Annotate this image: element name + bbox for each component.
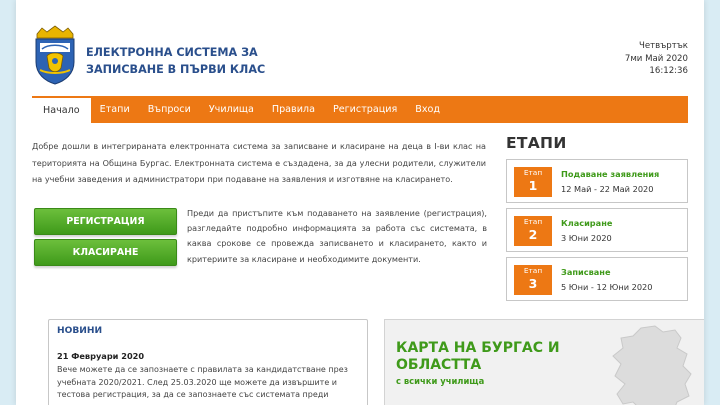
stage-badge-number: 3 [528, 276, 538, 291]
news-heading: НОВИНИ [57, 326, 103, 336]
stages-heading: ЕТАПИ [506, 134, 567, 152]
stage-date: 3 Юни 2020 [561, 233, 612, 243]
news-panel: НОВИНИ 21 Февруари 2020 Вече можете да с… [48, 319, 368, 405]
stage-badge-label: Етап [523, 168, 543, 177]
map-title: КАРТА НА БУРГАС И ОБЛАСТТА [396, 340, 560, 373]
region-map-icon [612, 325, 692, 405]
date: 7ми Май 2020 [624, 53, 688, 64]
stage-badge-label: Етап [523, 217, 543, 226]
site-title-line1: ЕЛЕКТРОННА СИСТЕМА ЗА [86, 46, 258, 59]
page: ЕЛЕКТРОННА СИСТЕМА ЗА ЗАПИСВАНЕ В ПЪРВИ … [16, 0, 704, 405]
main-nav: Начало Етапи Въпроси Училища Правила Рег… [32, 96, 688, 123]
nav-item-registration[interactable]: Регистрация [324, 96, 406, 123]
ranking-button[interactable]: КЛАСИРАНЕ [34, 239, 177, 266]
map-subtitle: с всички училища [396, 376, 485, 386]
news-text: Вече можете да се запознаете с правилата… [57, 365, 348, 399]
coat-of-arms-logo[interactable] [32, 24, 78, 86]
stage-name: Записване [561, 267, 611, 277]
register-button[interactable]: РЕГИСТРАЦИЯ [34, 208, 177, 235]
nav-item-stages[interactable]: Етапи [91, 96, 139, 123]
stage-card-2[interactable]: Етап 2 Класиране 3 Юни 2020 [506, 208, 688, 252]
stage-badge: Етап 3 [514, 265, 552, 295]
info-paragraph: Преди да пристъпите към подаването на за… [187, 208, 487, 264]
stage-card-1[interactable]: Етап 1 Подаване заявления 12 Май - 22 Ма… [506, 159, 688, 203]
site-title-line2: ЗАПИСВАНЕ В ПЪРВИ КЛАС [86, 63, 266, 76]
current-datetime: Четвъртък 7ми Май 2020 16:12:36 [625, 40, 688, 78]
nav-item-login[interactable]: Вход [406, 96, 449, 123]
stage-date: 5 Юни - 12 Юни 2020 [561, 282, 653, 292]
intro-paragraph: Добре дошли в интегрираната електронната… [32, 141, 486, 185]
map-banner[interactable]: КАРТА НА БУРГАС И ОБЛАСТТА с всички учил… [384, 319, 704, 405]
weekday: Четвъртък [638, 41, 688, 51]
stage-badge: Етап 1 [514, 167, 552, 197]
stage-date: 12 Май - 22 Май 2020 [561, 184, 654, 194]
nav-item-rules[interactable]: Правила [263, 96, 324, 123]
news-date: 21 Февруари 2020 [57, 351, 145, 361]
stage-card-3[interactable]: Етап 3 Записване 5 Юни - 12 Юни 2020 [506, 257, 688, 301]
nav-item-questions[interactable]: Въпроси [139, 96, 200, 123]
clock: 16:12:36 [649, 66, 688, 76]
stage-name: Класиране [561, 218, 613, 228]
stage-badge-label: Етап [523, 266, 543, 275]
header: ЕЛЕКТРОННА СИСТЕМА ЗА ЗАПИСВАНЕ В ПЪРВИ … [16, 0, 704, 96]
stage-badge-number: 1 [528, 178, 538, 193]
stage-badge: Етап 2 [514, 216, 552, 246]
nav-item-home[interactable]: Начало [32, 96, 91, 123]
stage-name: Подаване заявления [561, 169, 660, 179]
stage-badge-number: 2 [528, 227, 538, 242]
site-title: ЕЛЕКТРОННА СИСТЕМА ЗА ЗАПИСВАНЕ В ПЪРВИ … [86, 44, 286, 78]
nav-item-schools[interactable]: Училища [200, 96, 263, 123]
